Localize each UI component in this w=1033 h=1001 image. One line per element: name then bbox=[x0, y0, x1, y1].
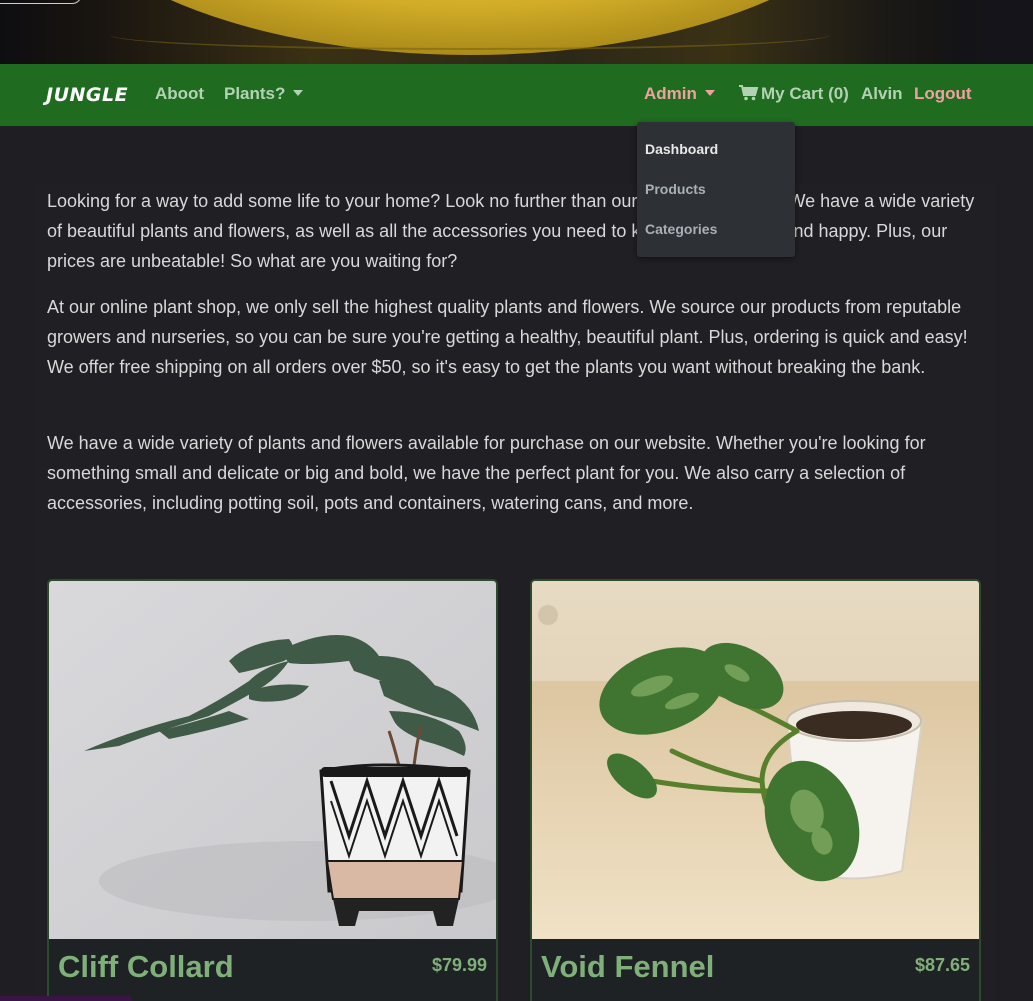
nav-cart-label: My Cart (0) bbox=[761, 84, 849, 103]
product-image-pothos[interactable] bbox=[532, 581, 981, 939]
intro-paragraph-2: At our online plant shop, we only sell t… bbox=[47, 297, 968, 377]
navbar: JUNGLE Aboot Plants? Admin My Cart (0) A… bbox=[0, 64, 1033, 126]
product-card[interactable]: Void Fennel $87.65 bbox=[530, 579, 981, 1001]
brand-logo[interactable]: JUNGLE bbox=[46, 84, 128, 106]
bottom-edge-bar bbox=[0, 996, 132, 1001]
product-price: $87.65 bbox=[914, 955, 970, 975]
nav-plants-dropdown[interactable]: Plants? bbox=[224, 84, 304, 104]
nav-cart-link[interactable]: My Cart (0) bbox=[739, 84, 849, 104]
hero-image bbox=[0, 0, 1033, 64]
nav-plants-label: Plants? bbox=[224, 84, 286, 103]
product-image-bonsai[interactable] bbox=[49, 581, 498, 939]
admin-menu-item-dashboard[interactable]: Dashboard bbox=[645, 141, 718, 157]
nav-about-link[interactable]: Aboot bbox=[155, 84, 204, 104]
admin-dropdown-menu: Dashboard Products Categories bbox=[637, 122, 795, 257]
nav-user-link[interactable]: Alvin bbox=[861, 84, 903, 104]
product-name[interactable]: Void Fennel bbox=[541, 949, 714, 985]
nav-admin-label: Admin bbox=[644, 84, 697, 103]
product-card[interactable]: Cliff Collard $79.99 bbox=[47, 579, 498, 1001]
admin-menu-item-categories[interactable]: Categories bbox=[645, 221, 717, 237]
main-content: Looking for a way to add some life to yo… bbox=[35, 185, 995, 1001]
chevron-down-icon bbox=[293, 89, 304, 96]
chevron-down-icon bbox=[704, 89, 715, 96]
admin-menu-item-products[interactable]: Products bbox=[645, 181, 706, 197]
nav-admin-dropdown[interactable]: Admin bbox=[644, 84, 715, 104]
intro-paragraph-3: We have a wide variety of plants and flo… bbox=[47, 433, 926, 513]
nav-logout-link[interactable]: Logout bbox=[914, 84, 972, 104]
intro-paragraph-1: Looking for a way to add some life to yo… bbox=[47, 191, 975, 271]
shopping-cart-icon bbox=[739, 85, 759, 101]
product-price: $79.99 bbox=[431, 955, 487, 975]
product-name[interactable]: Cliff Collard bbox=[58, 949, 234, 985]
